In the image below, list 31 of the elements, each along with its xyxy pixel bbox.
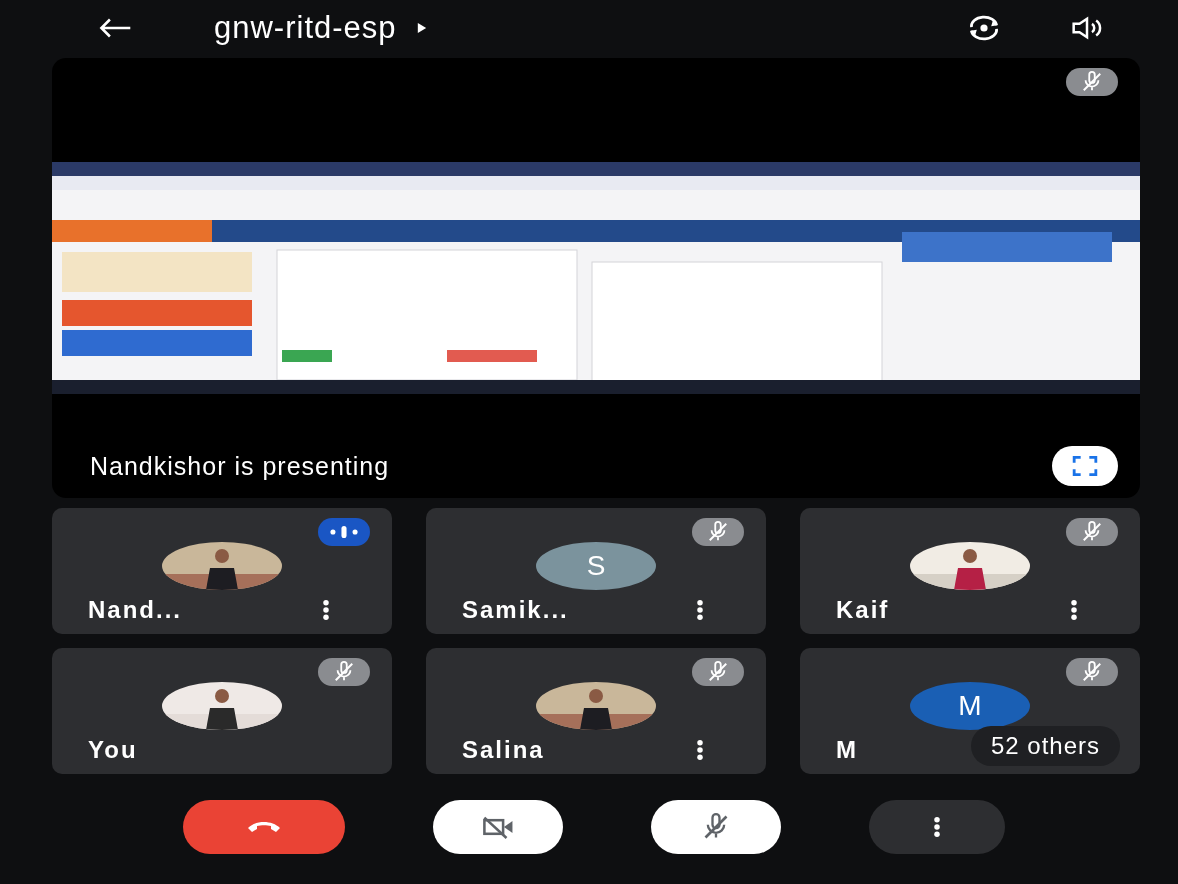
more-options-icon[interactable] (696, 599, 704, 621)
meeting-title[interactable]: gnw-ritd-esp (214, 10, 397, 46)
speaker-icon[interactable] (1072, 16, 1102, 40)
participant-name: M (836, 736, 858, 764)
camera-button[interactable] (433, 800, 563, 854)
back-arrow-icon[interactable] (98, 17, 132, 39)
phone-icon (248, 821, 280, 833)
participant-name: Kaif (836, 596, 890, 624)
fullscreen-icon (1072, 455, 1098, 477)
avatar-initial: M (910, 682, 1030, 730)
participant-tile[interactable]: Kaif (800, 508, 1140, 634)
participant-name: You (88, 736, 138, 764)
microphone-button[interactable] (651, 800, 781, 854)
more-options-icon[interactable] (696, 739, 704, 761)
participant-name: Salina (462, 736, 545, 764)
more-options-icon[interactable] (1070, 599, 1078, 621)
participant-tile[interactable]: You (52, 648, 392, 774)
participant-tile[interactable]: M M 52 others (800, 648, 1140, 774)
participant-name: Nand... (88, 596, 182, 624)
play-triangle-icon[interactable] (416, 22, 427, 34)
fullscreen-button[interactable] (1052, 446, 1118, 486)
presenter-caption: Nandkishor is presenting (90, 451, 390, 481)
avatar-initial: S (536, 542, 656, 590)
end-call-button[interactable] (183, 800, 345, 854)
participant-name: Samik... (462, 596, 569, 624)
more-options-icon (933, 816, 941, 838)
more-options-icon[interactable] (322, 599, 330, 621)
others-count[interactable]: 52 others (970, 726, 1120, 766)
participant-tile[interactable]: Salina (426, 648, 766, 774)
participant-tile[interactable]: S Samik... (426, 508, 766, 634)
participant-tile[interactable]: Nand... (52, 508, 392, 634)
